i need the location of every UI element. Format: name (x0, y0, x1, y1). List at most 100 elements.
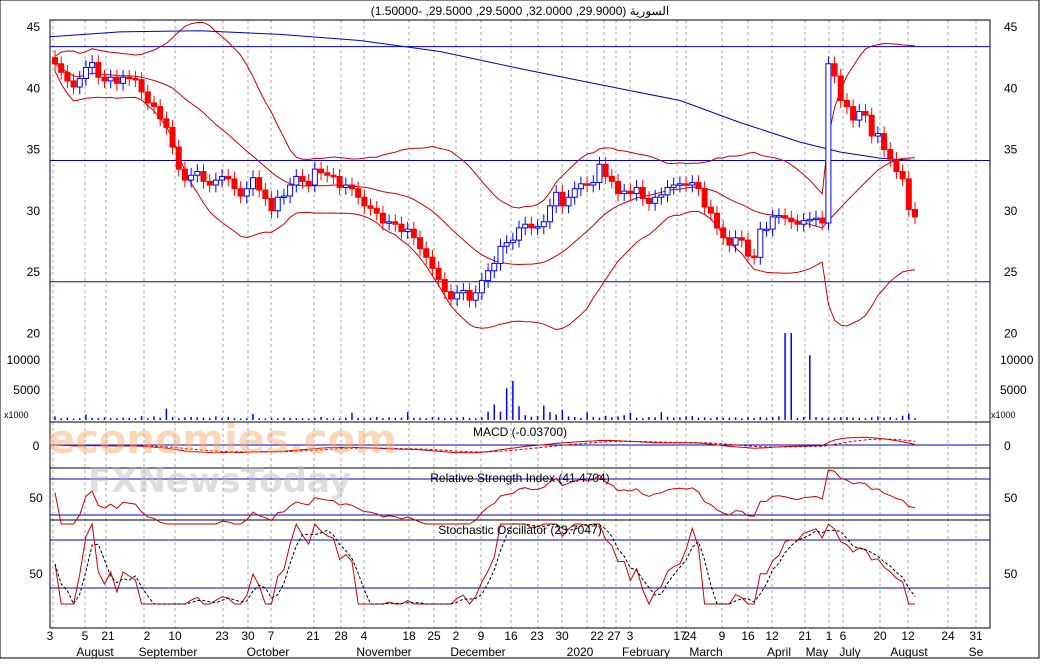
candle-body (819, 217, 826, 224)
macd-tick-left: 0 (33, 439, 40, 453)
candle-body (330, 174, 337, 178)
bollinger-middle-line (54, 63, 916, 266)
candle-body (410, 228, 417, 239)
x-tick-day: 6 (840, 629, 847, 643)
candle-body (485, 270, 492, 282)
x-tick-day: 2 (453, 629, 460, 643)
candle-body (707, 206, 714, 214)
candle-body (256, 177, 263, 191)
volume-tick-right: 5000 (1000, 383, 1027, 397)
candle-body (633, 186, 640, 195)
x-tick-day: 21 (101, 629, 115, 643)
x-tick-month: Se (969, 645, 984, 659)
x-tick-day: 9 (478, 629, 485, 643)
x-tick-day: 16 (741, 629, 755, 643)
candle-body (219, 175, 226, 181)
candle-body (200, 171, 207, 182)
candle-body (912, 209, 918, 218)
x-tick-month: February (622, 645, 670, 659)
candle-body (881, 133, 888, 150)
price-tick-right: 30 (1004, 204, 1018, 218)
watermark: economies.com FXNewsToday (48, 417, 397, 501)
x-tick-day: 23 (530, 629, 544, 643)
price-tick-right: 45 (1004, 20, 1018, 34)
candle-body (491, 262, 498, 272)
candle-body (398, 223, 405, 233)
candle-body (757, 228, 764, 258)
candle-body (243, 188, 250, 197)
volume-tick-right: 10000 (1000, 353, 1034, 367)
candle-body (120, 76, 127, 84)
x-tick-day: 22 (590, 629, 604, 643)
candle-body (318, 168, 325, 174)
x-tick-day: 31 (969, 629, 983, 643)
candle-body (95, 62, 102, 78)
candle-body (899, 171, 906, 180)
candle-body (695, 182, 702, 190)
x-tick-day: 21 (798, 629, 812, 643)
candle-body (738, 237, 745, 241)
candle-body (584, 183, 591, 186)
candle-body (379, 212, 386, 224)
watermark-line2: FXNewsToday (88, 461, 351, 501)
x-tick-month: December (450, 645, 505, 659)
volume-tick-left: 10000 (7, 353, 41, 367)
candle-body (645, 198, 652, 204)
candle-body (404, 228, 411, 233)
x-tick-day: 24 (941, 629, 955, 643)
candle-body (342, 184, 349, 188)
candle-body (175, 146, 182, 170)
candle-body (138, 79, 145, 93)
candle-body (676, 183, 683, 186)
candle-body (262, 189, 269, 200)
candle-body (76, 77, 83, 88)
candle-body (726, 237, 733, 246)
candle-body (225, 175, 232, 180)
volume-tick-left: 5000 (13, 383, 40, 397)
chart-canvas: economies.com FXNewsToday 45 4540 4035 3530… (0, 0, 1040, 659)
macd-tick-right: 0 (1004, 439, 1011, 453)
stochastic-tick-right: 50 (1004, 567, 1018, 581)
x-tick-day: 30 (555, 629, 569, 643)
candle-body (559, 191, 566, 207)
candle-body (788, 217, 795, 223)
candle-body (850, 106, 857, 121)
candle-body (231, 178, 238, 190)
candle-body (540, 221, 547, 228)
candle-body (874, 133, 881, 137)
price-levels (50, 46, 990, 283)
candle-body (188, 174, 195, 181)
candle-body (522, 223, 529, 229)
candle-body (287, 184, 294, 197)
candle-body (714, 212, 721, 229)
panel-frames (0, 0, 1040, 659)
candle-body (683, 183, 690, 186)
candle-body (348, 184, 355, 190)
candle-body (534, 226, 541, 229)
candle-body (194, 171, 201, 176)
moving-average (49, 30, 916, 161)
price-tick-right: 40 (1004, 81, 1018, 95)
candle-body (763, 228, 770, 232)
candle-body (324, 172, 331, 176)
candle-body (441, 278, 448, 293)
candle-body (862, 111, 869, 116)
candle-body (101, 76, 108, 82)
x-tick-day: 9 (719, 629, 726, 643)
candle-body (602, 163, 609, 177)
candle-body (52, 57, 58, 65)
price-tick-left: 30 (27, 204, 41, 218)
candle-body (831, 63, 838, 77)
price-tick-left: 35 (27, 143, 41, 157)
candle-body (305, 180, 312, 186)
candle-body (497, 245, 504, 264)
candle-body (58, 63, 65, 73)
candle-body (596, 163, 603, 184)
candle-body (392, 221, 399, 225)
x-tick-day: 24 (683, 629, 697, 643)
candles (52, 50, 918, 308)
price-tick-right: 20 (1004, 326, 1018, 340)
candle-body (89, 62, 96, 68)
candle-body (689, 182, 696, 186)
candle-body (528, 223, 535, 229)
